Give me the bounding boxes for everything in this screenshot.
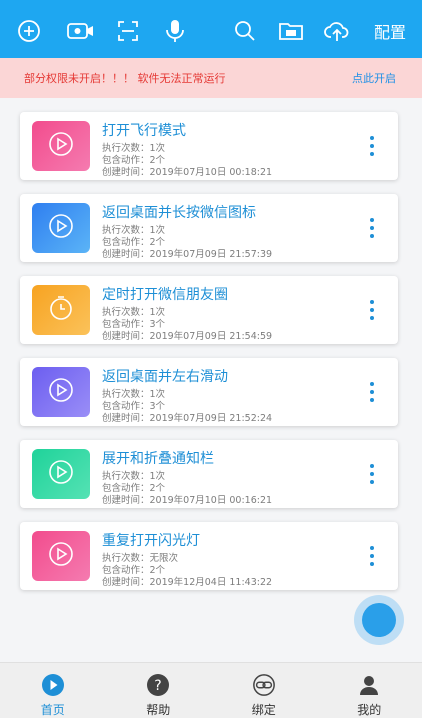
link-icon: [252, 673, 276, 697]
task-card[interactable]: 重复打开闪光灯 执行次数：无限次 包含动作：2个 创建时间：2019年12月04…: [20, 522, 398, 590]
task-thumbnail: [32, 531, 90, 581]
task-thumbnail: [32, 203, 90, 253]
task-thumbnail: [32, 121, 90, 171]
nav-label: 帮助: [146, 703, 171, 717]
nav-label: 首页: [40, 703, 65, 717]
top-toolbar: 配置: [0, 0, 422, 58]
add-icon[interactable]: [16, 18, 42, 44]
nav-item-bind[interactable]: 绑定: [211, 663, 317, 718]
warning-text: 部分权限未开启！！！ 软件无法正常运行: [24, 72, 226, 85]
nav-item-help[interactable]: ? 帮助: [106, 663, 212, 718]
home-play-icon: [41, 673, 65, 697]
task-title: 返回桌面并长按微信图标: [102, 205, 256, 221]
task-card[interactable]: 返回桌面并左右滑动 执行次数：1次 包含动作：3个 创建时间：2019年07月0…: [20, 358, 398, 426]
task-title: 返回桌面并左右滑动: [102, 369, 228, 385]
nav-label: 绑定: [251, 703, 276, 717]
task-created-time: 创建时间：2019年07月10日 00:18:21: [102, 167, 273, 178]
task-thumbnail: [32, 449, 90, 499]
task-title: 重复打开闪光灯: [102, 533, 200, 549]
user-icon: [357, 673, 381, 697]
bottom-navigation: 首页 ? 帮助 绑定 我的: [0, 662, 422, 718]
task-created-time: 创建时间：2019年07月09日 21:52:24: [102, 413, 273, 424]
play-icon: [48, 377, 74, 407]
task-card[interactable]: 展开和折叠通知栏 执行次数：1次 包含动作：2个 创建时间：2019年07月10…: [20, 440, 398, 508]
floating-action-button[interactable]: [354, 595, 404, 645]
mic-icon[interactable]: [162, 18, 188, 44]
permission-warning-banner: 部分权限未开启！！！ 软件无法正常运行 点此开启: [0, 58, 422, 98]
more-options-icon[interactable]: [366, 382, 378, 402]
task-thumbnail: [32, 367, 90, 417]
task-title: 打开飞行模式: [102, 123, 186, 139]
task-thumbnail: [32, 285, 90, 335]
play-icon: [48, 459, 74, 489]
more-options-icon[interactable]: [366, 300, 378, 320]
svg-text:?: ?: [155, 678, 162, 694]
task-card[interactable]: 返回桌面并长按微信图标 执行次数：1次 包含动作：2个 创建时间：2019年07…: [20, 194, 398, 262]
search-icon[interactable]: [232, 18, 258, 44]
video-icon[interactable]: [66, 18, 96, 44]
task-card[interactable]: 打开飞行模式 执行次数：1次 包含动作：2个 创建时间：2019年07月10日 …: [20, 112, 398, 180]
config-button[interactable]: 配置: [374, 19, 406, 43]
folder-icon[interactable]: [278, 18, 304, 44]
more-options-icon[interactable]: [366, 464, 378, 484]
help-icon: ?: [146, 673, 170, 697]
nav-label: 我的: [357, 703, 382, 717]
task-created-time: 创建时间：2019年07月10日 00:16:21: [102, 495, 273, 506]
nav-item-profile[interactable]: 我的: [317, 663, 422, 718]
task-created-time: 创建时间：2019年12月04日 11:43:22: [102, 577, 273, 588]
play-icon: [48, 131, 74, 161]
more-options-icon[interactable]: [366, 546, 378, 566]
cloud-upload-icon[interactable]: [324, 18, 350, 44]
more-options-icon[interactable]: [366, 136, 378, 156]
task-list: 打开飞行模式 执行次数：1次 包含动作：2个 创建时间：2019年07月10日 …: [20, 112, 398, 604]
more-options-icon[interactable]: [366, 218, 378, 238]
task-card[interactable]: 定时打开微信朋友圈 执行次数：1次 包含动作：3个 创建时间：2019年07月0…: [20, 276, 398, 344]
task-title: 定时打开微信朋友圈: [102, 287, 228, 303]
task-created-time: 创建时间：2019年07月09日 21:57:39: [102, 249, 273, 260]
enable-permission-link[interactable]: 点此开启: [352, 70, 396, 86]
play-icon: [48, 213, 74, 243]
fab-core: [362, 603, 396, 637]
scan-icon[interactable]: [115, 18, 141, 44]
task-title: 展开和折叠通知栏: [102, 451, 214, 467]
task-created-time: 创建时间：2019年07月09日 21:54:59: [102, 331, 273, 342]
play-icon: [48, 541, 74, 571]
timer-icon: [48, 295, 74, 325]
nav-item-home[interactable]: 首页: [0, 663, 106, 718]
